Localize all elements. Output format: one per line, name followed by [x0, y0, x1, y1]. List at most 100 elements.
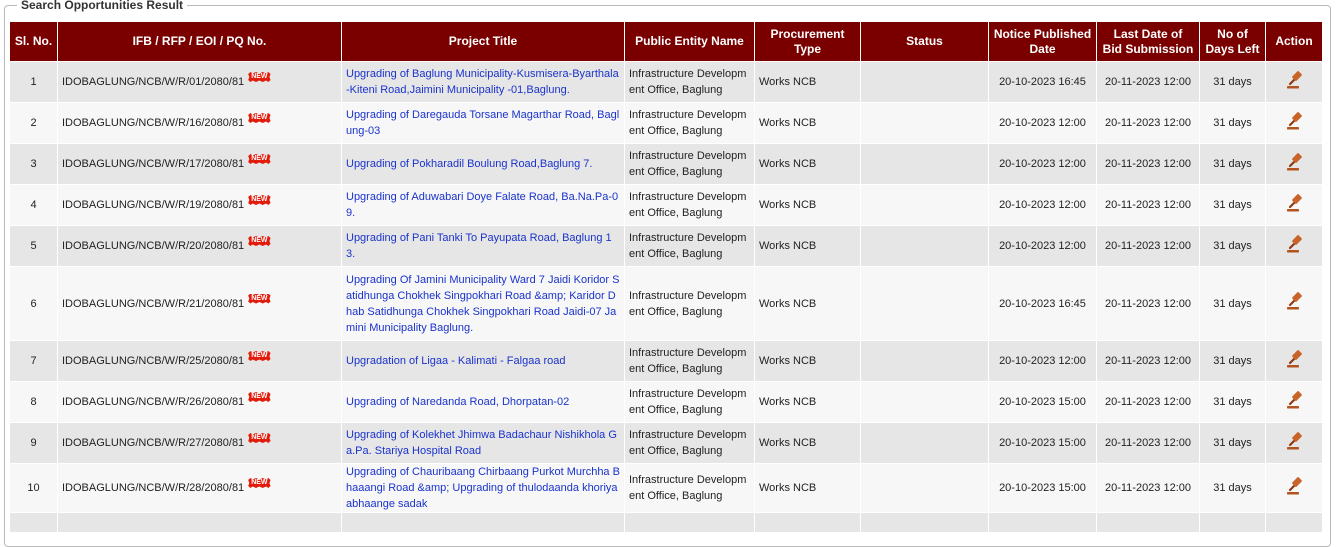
new-badge-icon: NEW [248, 72, 271, 82]
row-cell-partial [624, 512, 755, 533]
row-project-title-link[interactable]: Upgrading of Chauribaang Chirbaang Purko… [341, 463, 625, 513]
row-procurement-type: Works NCB [754, 266, 861, 341]
new-badge-icon: NEW [248, 236, 271, 246]
gavel-icon[interactable] [1284, 431, 1304, 451]
row-last-date: 20-11-2023 12:00 [1096, 266, 1200, 341]
table-row: 8 IDOBAGLUNG/NCB/W/R/26/2080/81 NEW Upgradi… [9, 381, 1323, 423]
row-action-cell [1265, 340, 1323, 382]
row-ifb-number: IDOBAGLUNG/NCB/W/R/01/2080/81 [62, 76, 245, 88]
row-notice-date: 20-10-2023 12:00 [988, 184, 1097, 226]
new-badge-icon: NEW [248, 351, 271, 361]
row-ifb-cell: IDOBAGLUNG/NCB/W/R/19/2080/81 NEW [57, 184, 342, 226]
gavel-icon[interactable] [1284, 193, 1304, 213]
row-project-title-link[interactable]: Upgrading of Pokharadil Boulung Road,Bag… [341, 143, 625, 185]
table-row: 3 IDOBAGLUNG/NCB/W/R/17/2080/81 NEW Upgradi… [9, 143, 1323, 185]
row-ifb-cell: IDOBAGLUNG/NCB/W/R/28/2080/81 NEW [57, 463, 342, 513]
row-last-date: 20-11-2023 12:00 [1096, 381, 1200, 423]
table-row: 7 IDOBAGLUNG/NCB/W/R/25/2080/81 NEW Upgrada… [9, 340, 1323, 382]
row-sl-no: 10 [9, 463, 58, 513]
row-project-title-link[interactable]: Upgrading Of Jamini Municipality Ward 7 … [341, 266, 625, 341]
row-days-left: 31 days [1199, 184, 1266, 226]
row-notice-date: 20-10-2023 12:00 [988, 102, 1097, 144]
row-procurement-type: Works NCB [754, 381, 861, 423]
table-row: 9 IDOBAGLUNG/NCB/W/R/27/2080/81 NEW Upgradi… [9, 422, 1323, 464]
row-ifb-cell: IDOBAGLUNG/NCB/W/R/26/2080/81 NEW [57, 381, 342, 423]
row-days-left: 31 days [1199, 266, 1266, 341]
gavel-icon[interactable] [1284, 349, 1304, 369]
row-project-title-link[interactable]: Upgradation of Ligaa - Kalimati - Falgaa… [341, 340, 625, 382]
new-badge-icon: NEW [248, 154, 271, 164]
col-header-days-left[interactable]: No of Days Left [1199, 21, 1266, 62]
row-notice-date: 20-10-2023 15:00 [988, 381, 1097, 423]
row-ifb-number: IDOBAGLUNG/NCB/W/R/26/2080/81 [62, 396, 245, 408]
row-notice-date: 20-10-2023 12:00 [988, 225, 1097, 267]
row-ifb-cell: IDOBAGLUNG/NCB/W/R/20/2080/81 NEW [57, 225, 342, 267]
new-badge-icon: NEW [248, 113, 271, 123]
row-procurement-type: Works NCB [754, 184, 861, 226]
gavel-icon[interactable] [1284, 152, 1304, 172]
row-last-date: 20-11-2023 12:00 [1096, 225, 1200, 267]
row-ifb-number: IDOBAGLUNG/NCB/W/R/21/2080/81 [62, 297, 245, 310]
gavel-icon[interactable] [1284, 70, 1304, 90]
row-project-title-link[interactable]: Upgrading of Naredanda Road, Dhorpatan-0… [341, 381, 625, 423]
gavel-icon[interactable] [1284, 234, 1304, 254]
row-last-date: 20-11-2023 12:00 [1096, 184, 1200, 226]
row-public-entity: Infrastructure Development Office, Baglu… [624, 266, 755, 341]
results-legend: Search Opportunities Result [17, 0, 188, 12]
row-project-title-link[interactable]: Upgrading of Kolekhet Jhimwa Badachaur N… [341, 422, 625, 464]
row-project-title-link[interactable]: Upgrading of Baglung Municipality-Kusmis… [341, 61, 625, 103]
row-status [860, 340, 989, 382]
row-notice-date: 20-10-2023 15:00 [988, 422, 1097, 464]
col-header-ifb[interactable]: IFB / RFP / EOI / PQ No. [57, 21, 342, 62]
row-public-entity: Infrastructure Development Office, Baglu… [624, 463, 755, 513]
new-badge-icon: NEW [248, 392, 271, 402]
gavel-icon[interactable] [1284, 390, 1304, 410]
col-header-entity[interactable]: Public Entity Name [624, 21, 755, 62]
row-public-entity: Infrastructure Development Office, Baglu… [624, 143, 755, 185]
row-sl-no: 3 [9, 143, 58, 185]
gavel-icon[interactable] [1284, 111, 1304, 131]
row-status [860, 422, 989, 464]
row-sl-no: 1 [9, 61, 58, 103]
row-status [860, 102, 989, 144]
table-row: 2 IDOBAGLUNG/NCB/W/R/16/2080/81 NEW Upgradi… [9, 102, 1323, 144]
row-ifb-cell: IDOBAGLUNG/NCB/W/R/27/2080/81 NEW [57, 422, 342, 464]
row-last-date: 20-11-2023 12:00 [1096, 102, 1200, 144]
col-header-notice-date[interactable]: Notice Published Date [988, 21, 1097, 62]
row-notice-date: 20-10-2023 15:00 [988, 463, 1097, 513]
row-status [860, 184, 989, 226]
row-project-title-link[interactable]: Upgrading of Pani Tanki To Payupata Road… [341, 225, 625, 267]
row-action-cell [1265, 225, 1323, 267]
row-status [860, 463, 989, 513]
row-last-date: 20-11-2023 12:00 [1096, 463, 1200, 513]
new-badge-icon: NEW [248, 478, 271, 488]
row-project-title-link[interactable]: Upgrading of Aduwabari Doye Falate Road,… [341, 184, 625, 226]
row-sl-no: 9 [9, 422, 58, 464]
row-cell-partial [341, 512, 625, 533]
gavel-icon[interactable] [1284, 476, 1304, 496]
col-header-type[interactable]: Procurement Type [754, 21, 861, 62]
table-row: 5 IDOBAGLUNG/NCB/W/R/20/2080/81 NEW Upgradi… [9, 225, 1323, 267]
row-procurement-type: Works NCB [754, 61, 861, 103]
row-ifb-number: IDOBAGLUNG/NCB/W/R/17/2080/81 [62, 158, 245, 170]
row-sl-no: 2 [9, 102, 58, 144]
row-last-date: 20-11-2023 12:00 [1096, 422, 1200, 464]
row-cell-partial [754, 512, 861, 533]
row-procurement-type: Works NCB [754, 463, 861, 513]
row-project-title-link[interactable]: Upgrading of Daregauda Torsane Magarthar… [341, 102, 625, 144]
col-header-status[interactable]: Status [860, 21, 989, 62]
row-action-cell [1265, 463, 1323, 513]
gavel-icon[interactable] [1284, 291, 1304, 311]
col-header-last-date[interactable]: Last Date of Bid Submission [1096, 21, 1200, 62]
row-procurement-type: Works NCB [754, 225, 861, 267]
row-procurement-type: Works NCB [754, 422, 861, 464]
row-ifb-cell: IDOBAGLUNG/NCB/W/R/25/2080/81 NEW [57, 340, 342, 382]
row-cell-partial [9, 512, 58, 533]
row-days-left: 31 days [1199, 422, 1266, 464]
col-header-sl[interactable]: Sl. No. [9, 21, 58, 62]
row-days-left: 31 days [1199, 381, 1266, 423]
row-procurement-type: Works NCB [754, 340, 861, 382]
col-header-action: Action [1265, 21, 1323, 62]
col-header-title[interactable]: Project Title [341, 21, 625, 62]
row-ifb-number: IDOBAGLUNG/NCB/W/R/28/2080/81 [62, 482, 245, 494]
